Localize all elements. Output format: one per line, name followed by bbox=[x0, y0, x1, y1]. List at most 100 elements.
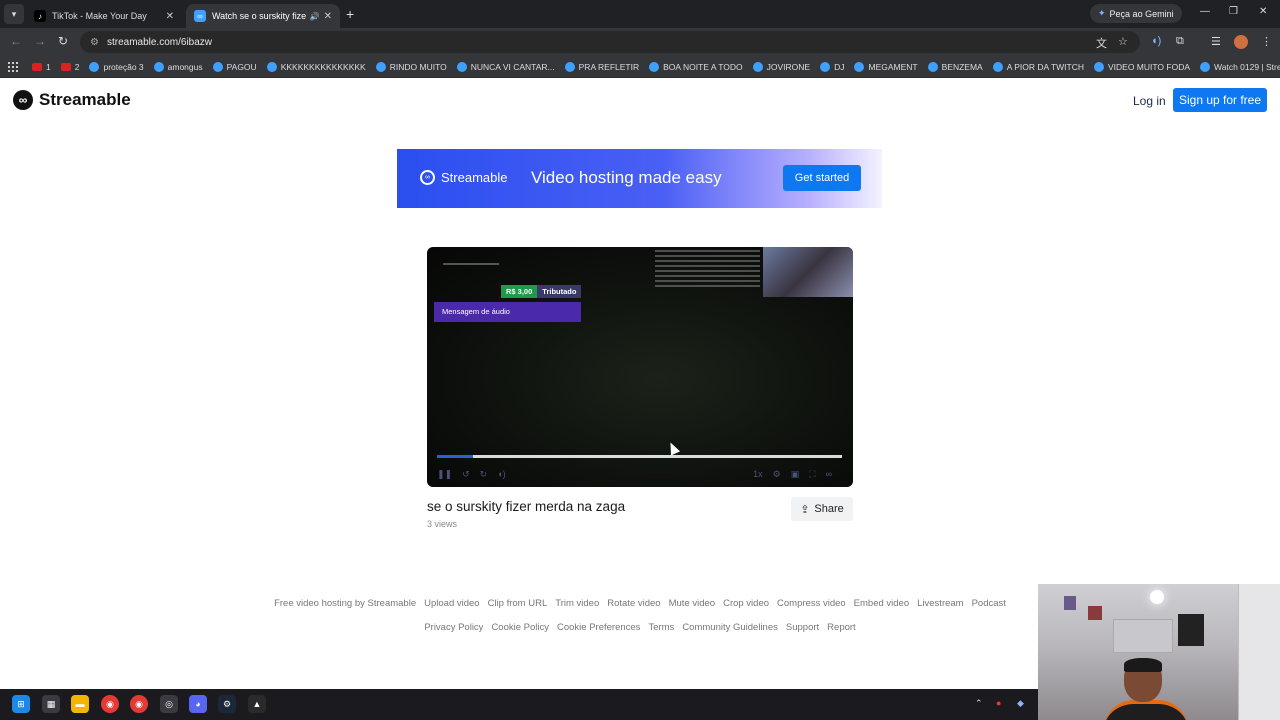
streamable-icon bbox=[927, 61, 938, 72]
volume-icon[interactable]: ◖) bbox=[497, 469, 505, 479]
tab-search-dropdown-icon[interactable]: ▾ bbox=[4, 4, 24, 24]
signup-button[interactable]: Sign up for free bbox=[1173, 88, 1267, 112]
bookmark-item[interactable]: JOVIRONE bbox=[752, 61, 810, 72]
footer-link[interactable]: Clip from URL bbox=[488, 598, 548, 609]
tray-app-icon[interactable]: ● bbox=[996, 698, 1001, 708]
rewind-icon[interactable]: ↺ bbox=[462, 469, 470, 480]
bookmark-item[interactable]: KKKKKKKKKKKKKKK bbox=[266, 61, 366, 72]
discord-icon[interactable]: ◕ bbox=[189, 695, 207, 713]
menu-icon[interactable]: ⋮ bbox=[1261, 35, 1272, 48]
get-started-button[interactable]: Get started bbox=[783, 165, 861, 191]
obs-icon[interactable]: ◎ bbox=[160, 695, 178, 713]
reload-icon[interactable]: ↻ bbox=[58, 34, 68, 48]
tab-title: Watch se o surskity fizer merda bbox=[212, 11, 306, 21]
bookmark-item[interactable]: BENZEMA bbox=[927, 61, 983, 72]
seek-bar[interactable] bbox=[437, 455, 842, 458]
bookmark-item[interactable]: BOA NOITE A TODO bbox=[649, 61, 743, 72]
speaker-icon[interactable]: 🔊 bbox=[310, 12, 320, 21]
bookmark-item[interactable]: MEGAMENT bbox=[854, 61, 918, 72]
streamable-icon bbox=[992, 61, 1003, 72]
footer-link[interactable]: Cookie Preferences bbox=[557, 622, 640, 633]
pip-icon[interactable]: ▣ bbox=[791, 469, 800, 480]
bookmark-item[interactable]: 2 bbox=[60, 62, 79, 72]
footer-link[interactable]: Terms bbox=[648, 622, 674, 633]
footer-link[interactable]: Free video hosting by Streamable bbox=[274, 598, 416, 609]
login-link[interactable]: Log in bbox=[1133, 94, 1166, 108]
bookmark-item[interactable]: amongus bbox=[153, 61, 203, 72]
bookmark-item[interactable]: VIDEO MUITO FODA bbox=[1094, 61, 1190, 72]
steam-icon[interactable]: ⚙ bbox=[218, 695, 236, 713]
file-explorer-icon[interactable]: ▬ bbox=[71, 695, 89, 713]
gemini-button[interactable]: ✦ Peça ao Gemini bbox=[1090, 4, 1182, 23]
close-tab-icon[interactable]: ✕ bbox=[166, 11, 174, 22]
streamable-logo[interactable]: ∞ Streamable bbox=[13, 90, 131, 110]
fullscreen-icon[interactable]: ⛶ bbox=[809, 469, 815, 480]
footer-link[interactable]: Podcast bbox=[972, 598, 1006, 609]
app-icon[interactable]: ▲ bbox=[248, 695, 266, 713]
bookmark-item[interactable]: 1 bbox=[32, 62, 51, 72]
wall-picture bbox=[1064, 596, 1076, 610]
start-windows-icon[interactable]: ⊞ bbox=[12, 695, 30, 713]
seek-bar-progress bbox=[437, 455, 474, 458]
bookmark-star-icon[interactable]: ☆ bbox=[1118, 35, 1128, 48]
playback-speed[interactable]: 1x bbox=[753, 469, 763, 479]
chrome-profile-icon[interactable]: ◉ bbox=[130, 695, 148, 713]
ceiling-light bbox=[1150, 590, 1164, 604]
bookmark-item[interactable]: PRA REFLETIR bbox=[564, 61, 639, 72]
minimize-icon[interactable]: — bbox=[1200, 6, 1210, 17]
bookmark-item[interactable]: A PIOR DA TWITCH bbox=[992, 61, 1084, 72]
stream-overlay-bar bbox=[443, 263, 499, 265]
footer-link[interactable]: Mute video bbox=[669, 598, 715, 609]
back-icon[interactable]: ← bbox=[10, 34, 22, 48]
bookmark-item[interactable]: DJ bbox=[820, 61, 844, 72]
forward-icon[interactable]: ↻ bbox=[480, 469, 488, 480]
tray-overflow-icon[interactable]: ⌃ bbox=[975, 698, 983, 709]
footer-link[interactable]: Trim video bbox=[555, 598, 599, 609]
restore-icon[interactable]: ❐ bbox=[1229, 6, 1238, 17]
footer-link[interactable]: Report bbox=[827, 622, 856, 633]
footer-link[interactable]: Livestream bbox=[917, 598, 963, 609]
pause-icon[interactable]: ❚❚ bbox=[437, 469, 452, 480]
reading-list-icon[interactable]: ☰ bbox=[1211, 35, 1221, 48]
translate-icon[interactable]: 文 bbox=[1096, 35, 1107, 51]
promo-banner[interactable]: ∞ Streamable Video hosting made easy Get… bbox=[397, 149, 882, 208]
footer-link[interactable]: Cookie Policy bbox=[491, 622, 549, 633]
streamable-icon bbox=[649, 61, 660, 72]
bookmark-item[interactable]: Watch 0129 | Strea... bbox=[1200, 61, 1280, 72]
bookmark-item[interactable]: proteção 3 bbox=[89, 61, 144, 72]
footer-link[interactable]: Community Guidelines bbox=[682, 622, 778, 633]
settings-icon[interactable]: ⚙ bbox=[773, 469, 781, 480]
tab-streamable[interactable]: ∞ Watch se o surskity fizer merda 🔊 ✕ bbox=[186, 4, 340, 28]
streamable-icon[interactable]: ∞ bbox=[826, 469, 832, 479]
close-window-icon[interactable]: ✕ bbox=[1259, 6, 1267, 17]
streamable-icon bbox=[1094, 61, 1104, 72]
share-button[interactable]: ⇪ Share bbox=[791, 497, 853, 521]
site-info-icon[interactable]: ⚙ bbox=[90, 37, 99, 48]
profile-avatar[interactable] bbox=[1234, 35, 1248, 49]
video-title: se o surskity fizer merda na zaga bbox=[427, 499, 626, 514]
audio-playing-icon[interactable]: ◖) bbox=[1151, 35, 1161, 47]
calculator-icon[interactable]: ▦ bbox=[42, 695, 60, 713]
footer-link[interactable]: Upload video bbox=[424, 598, 479, 609]
streamer-camera-inset bbox=[763, 247, 853, 297]
footer-link[interactable]: Privacy Policy bbox=[424, 622, 483, 633]
donation-tag: Tributado bbox=[537, 285, 582, 298]
footer-link[interactable]: Support bbox=[786, 622, 819, 633]
bookmark-item[interactable]: PAGOU bbox=[212, 61, 257, 72]
bookmark-item[interactable]: RINDO MUITO bbox=[375, 61, 447, 72]
footer-link[interactable]: Rotate video bbox=[607, 598, 660, 609]
tray-steam-icon[interactable]: ◆ bbox=[1017, 698, 1024, 709]
extensions-icon[interactable]: ⧉ bbox=[1176, 35, 1184, 48]
apps-grid-icon[interactable] bbox=[8, 61, 18, 72]
footer-link[interactable]: Embed video bbox=[854, 598, 909, 609]
video-player[interactable]: R$ 3,00 Tributado Mensagem de áudio ❚❚ ↺… bbox=[427, 247, 853, 487]
tab-tiktok[interactable]: ♪ TikTok - Make Your Day ✕ bbox=[26, 4, 182, 28]
bookmark-item[interactable]: NUNCA VI CANTAR... bbox=[456, 61, 555, 72]
close-tab-icon[interactable]: ✕ bbox=[324, 11, 332, 22]
address-bar[interactable]: ⚙ streamable.com/6ibazw bbox=[80, 31, 1140, 53]
forward-icon[interactable]: → bbox=[34, 34, 46, 48]
new-tab-button[interactable]: + bbox=[346, 6, 354, 22]
chrome-icon[interactable]: ◉ bbox=[101, 695, 119, 713]
footer-link[interactable]: Crop video bbox=[723, 598, 769, 609]
footer-link[interactable]: Compress video bbox=[777, 598, 846, 609]
